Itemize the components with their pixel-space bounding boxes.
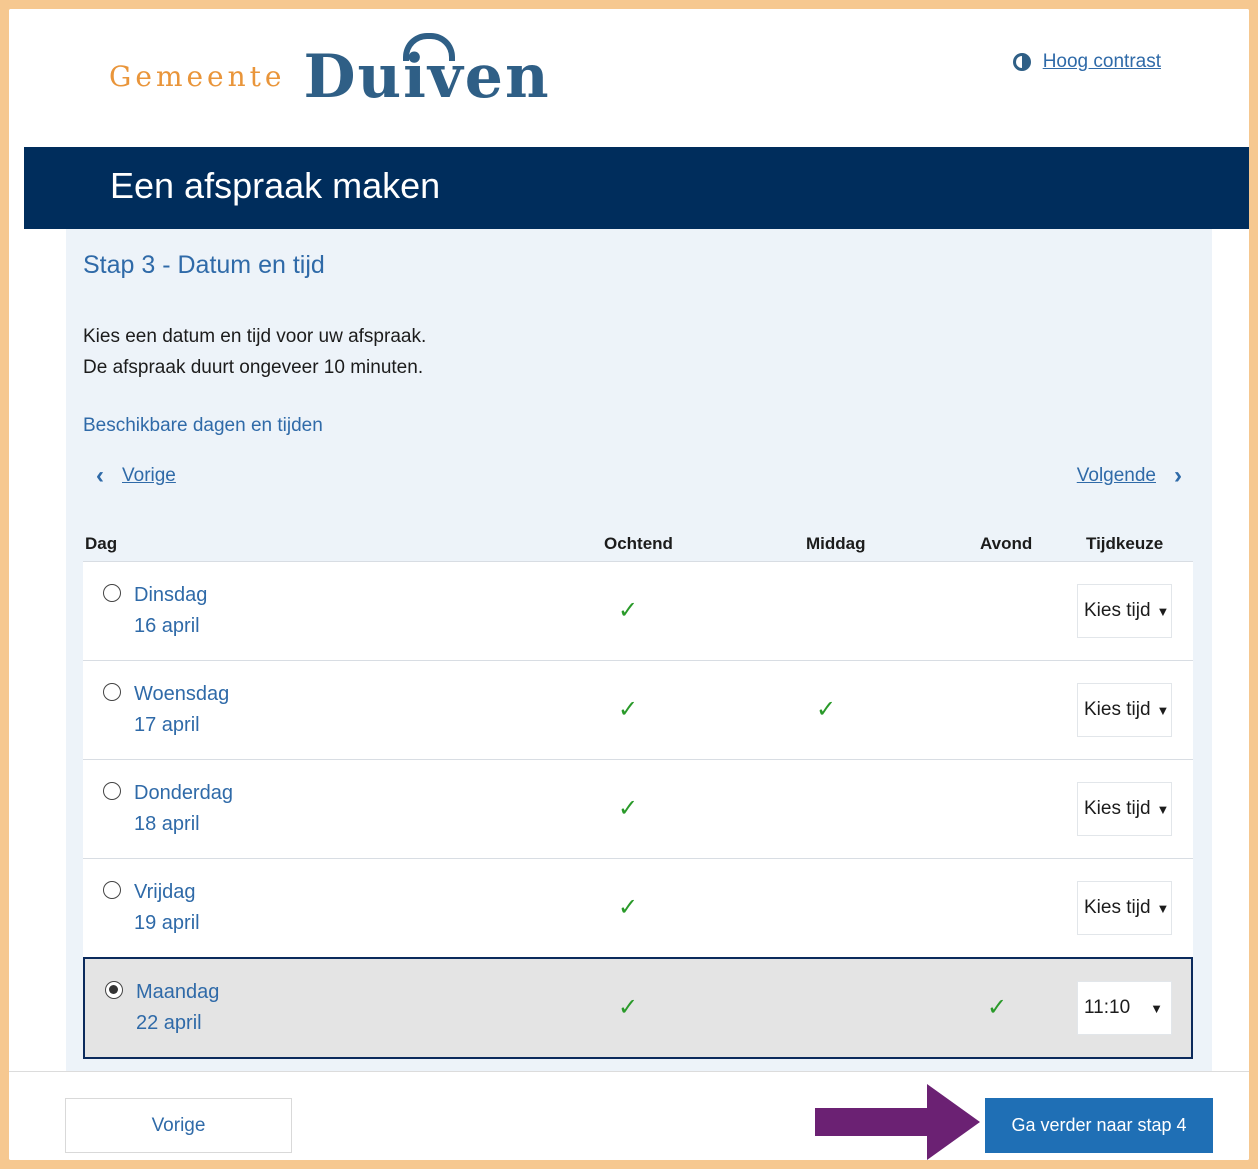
time-select-value: Kies tijd [1084, 699, 1151, 720]
column-header-evening: Avond [980, 534, 1033, 553]
day-name: Maandag [136, 981, 220, 1003]
logo-arc-icon [403, 33, 456, 61]
table-row[interactable]: Donderdag 18 april ✓ Kies tijd ▼ [83, 759, 1193, 858]
check-icon: ✓ [618, 994, 639, 1021]
check-icon: ✓ [618, 696, 639, 723]
chevron-down-icon: ▼ [1156, 900, 1170, 916]
day-date: 18 april [134, 813, 200, 835]
time-select-value: 11:10 [1084, 997, 1131, 1018]
logo-big-text: Duiven [303, 33, 550, 107]
day-radio[interactable] [105, 981, 123, 999]
check-icon: ✓ [987, 994, 1008, 1021]
day-name: Vrijdag [134, 881, 196, 903]
site-header: Gemeente Duiven Hoog contrast [9, 9, 1249, 147]
time-select[interactable]: 11:10 ▼ [1077, 981, 1172, 1035]
day-date: 22 april [136, 1012, 202, 1034]
next-week-link[interactable]: Volgende [1077, 465, 1156, 487]
day-name: Woensdag [134, 683, 230, 705]
day-date: 19 april [134, 912, 200, 934]
table-row[interactable]: Vrijdag 19 april ✓ Kies tijd ▼ [83, 858, 1193, 957]
check-icon: ✓ [618, 795, 639, 822]
available-days-label: Beschikbare dagen en tijden [83, 415, 323, 436]
day-name: Dinsdag [134, 584, 208, 606]
column-header-afternoon: Middag [806, 534, 866, 553]
high-contrast-link[interactable]: Hoog contrast [1043, 51, 1161, 73]
chevron-down-icon: ▼ [1156, 801, 1170, 817]
day-date: 16 april [134, 615, 200, 637]
chevron-down-icon: ▼ [1156, 702, 1170, 718]
previous-step-button[interactable]: Vorige [65, 1098, 292, 1153]
page-title: Een afspraak maken [110, 165, 441, 206]
day-radio[interactable] [103, 782, 121, 800]
gemeente-duiven-logo[interactable]: Gemeente Duiven [109, 33, 551, 107]
intro-text: Kies een datum en tijd voor uw afspraak.… [83, 321, 426, 383]
intro-line-2: De afspraak duurt ongeveer 10 minuten. [83, 357, 424, 378]
check-icon: ✓ [618, 894, 639, 921]
arrow-right-icon [815, 1084, 980, 1160]
time-select-value: Kies tijd [1084, 600, 1151, 621]
form-footer: Vorige Ga verder naar stap 4 [9, 1071, 1249, 1160]
next-week-nav[interactable]: Volgende › [1077, 462, 1182, 490]
column-header-time: Tijdkeuze [1086, 534, 1164, 553]
chevron-left-icon: ‹ [96, 462, 104, 489]
page-frame: Gemeente Duiven Hoog contrast Een afspra… [9, 9, 1249, 1160]
previous-week-nav[interactable]: ‹ Vorige [96, 462, 176, 490]
time-select-value: Kies tijd [1084, 897, 1151, 918]
table-row-selected[interactable]: Maandag 22 april ✓ ✓ 11:10 ▼ [83, 957, 1193, 1059]
time-select[interactable]: Kies tijd ▼ [1077, 881, 1172, 935]
intro-line-1: Kies een datum en tijd voor uw afspraak. [83, 326, 427, 347]
previous-week-link[interactable]: Vorige [122, 465, 176, 487]
check-icon: ✓ [816, 696, 837, 723]
table-row[interactable]: Dinsdag 16 april ✓ Kies tijd ▼ [83, 561, 1193, 660]
next-step-button[interactable]: Ga verder naar stap 4 [985, 1098, 1213, 1153]
contrast-icon [1012, 53, 1031, 71]
day-radio[interactable] [103, 683, 121, 701]
column-header-morning: Ochtend [604, 534, 673, 553]
time-select[interactable]: Kies tijd ▼ [1077, 683, 1172, 737]
logo-small-text: Gemeente [109, 60, 286, 93]
day-radio[interactable] [103, 881, 121, 899]
check-icon: ✓ [618, 597, 639, 624]
day-radio[interactable] [103, 584, 121, 602]
time-select-value: Kies tijd [1084, 798, 1151, 819]
step-title: Stap 3 - Datum en tijd [83, 251, 325, 279]
main-content: Stap 3 - Datum en tijd Kies een datum en… [66, 229, 1212, 1071]
chevron-down-icon: ▼ [1156, 603, 1170, 619]
time-select[interactable]: Kies tijd ▼ [1077, 584, 1172, 638]
chevron-right-icon: › [1174, 462, 1182, 489]
high-contrast-toggle[interactable]: Hoog contrast [1012, 51, 1161, 73]
table-row[interactable]: Woensdag 17 april ✓ ✓ Kies tijd ▼ [83, 660, 1193, 759]
day-date: 17 april [134, 714, 200, 736]
time-select[interactable]: Kies tijd ▼ [1077, 782, 1172, 836]
day-name: Donderdag [134, 782, 233, 804]
chevron-down-icon: ▼ [1150, 1000, 1163, 1016]
title-bar: Een afspraak maken [24, 147, 1249, 229]
column-header-day: Dag [85, 534, 118, 553]
